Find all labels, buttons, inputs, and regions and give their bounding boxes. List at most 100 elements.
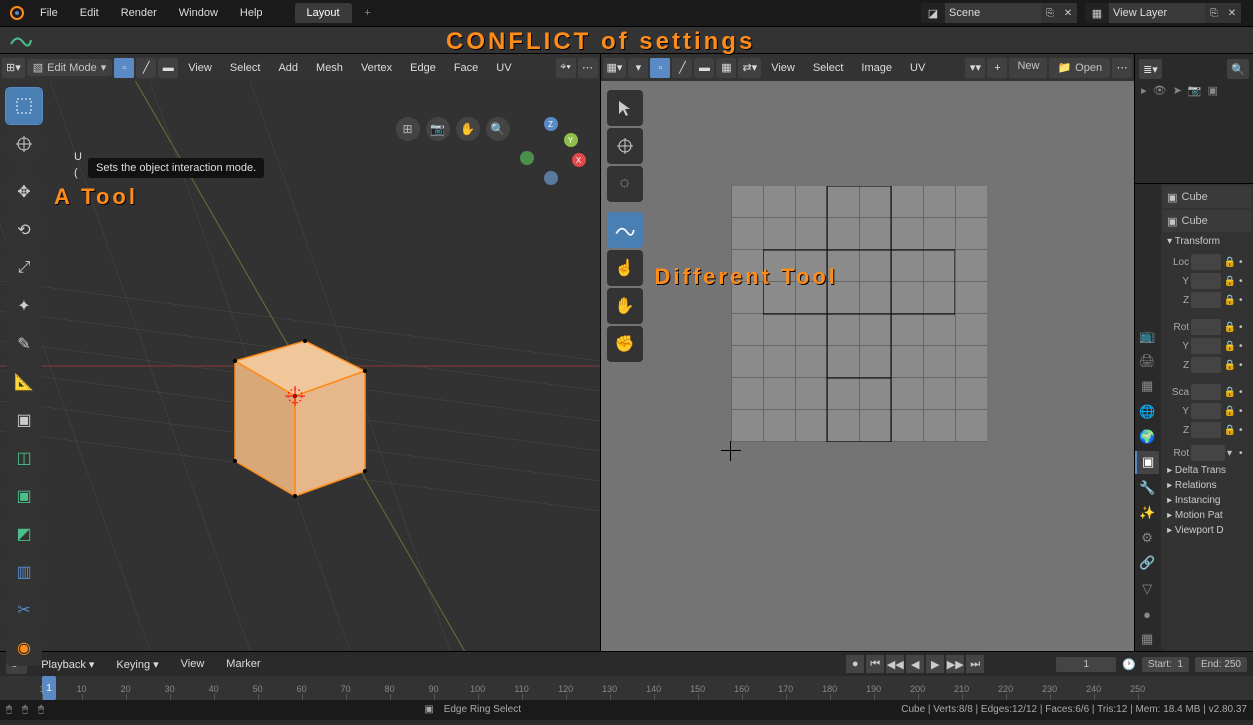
- arrow-icon[interactable]: ➤: [1173, 84, 1182, 97]
- neg-z-axis-icon[interactable]: [544, 171, 558, 185]
- new-image-button[interactable]: New: [1009, 58, 1047, 78]
- face-menu[interactable]: Face: [446, 59, 486, 77]
- delta-transform-panel[interactable]: ▸ Delta Trans: [1163, 463, 1251, 478]
- uv-tool-relax[interactable]: ✋: [607, 288, 643, 324]
- x-axis-icon[interactable]: X: [572, 153, 586, 167]
- tab-viewlayer[interactable]: ▦: [1135, 375, 1159, 398]
- workspace-add-tab[interactable]: +: [358, 7, 378, 19]
- viewlayer-selector[interactable]: ▦ ⎘ ✕: [1085, 3, 1241, 23]
- cube-mesh[interactable]: [215, 301, 375, 501]
- uv-tool-annotate[interactable]: [607, 212, 643, 248]
- object-name-field[interactable]: ▣ Cube: [1163, 210, 1251, 232]
- uv-sync-toggle[interactable]: ⇄▾: [738, 58, 761, 78]
- tab-particles[interactable]: ✨: [1135, 501, 1159, 524]
- current-frame-field[interactable]: 1: [1056, 657, 1116, 672]
- axis-gizmo[interactable]: Z Y X: [516, 117, 586, 187]
- lock-icon[interactable]: 🔒: [1223, 341, 1237, 352]
- lock-icon[interactable]: 🔒: [1223, 257, 1237, 268]
- open-image-button[interactable]: 📁 Open: [1049, 58, 1110, 78]
- tab-material[interactable]: ●: [1135, 602, 1159, 625]
- instancing-panel[interactable]: ▸ Instancing: [1163, 493, 1251, 508]
- object-name[interactable]: Cube: [1182, 191, 1208, 203]
- viewlayer-name-input[interactable]: [1109, 3, 1205, 23]
- tool-inset[interactable]: ▣: [6, 478, 42, 514]
- tool-polybuild[interactable]: ◉: [6, 630, 42, 666]
- menu-window[interactable]: Window: [169, 3, 228, 23]
- image-link-dropdown[interactable]: ▾▾: [965, 58, 985, 78]
- uv-mode-dropdown[interactable]: ▾: [628, 58, 648, 78]
- neg-y-axis-icon[interactable]: [520, 151, 534, 165]
- viewport-display-panel[interactable]: ▸ Viewport D: [1163, 523, 1251, 538]
- z-axis-icon[interactable]: Z: [544, 117, 558, 131]
- sca-y-field[interactable]: [1191, 403, 1221, 419]
- view-menu[interactable]: View: [180, 59, 220, 77]
- rot-mode-field[interactable]: [1191, 445, 1225, 461]
- menu-render[interactable]: Render: [111, 3, 167, 23]
- sca-x-field[interactable]: [1191, 384, 1221, 400]
- viewlayer-delete-button[interactable]: ✕: [1223, 3, 1241, 23]
- edge-menu[interactable]: Edge: [402, 59, 444, 77]
- header-overflow[interactable]: ⋯: [578, 58, 598, 78]
- uv-face-mode[interactable]: ▬: [694, 58, 714, 78]
- uv-tool-cursor[interactable]: [607, 128, 643, 164]
- render-icon[interactable]: ▣: [1208, 84, 1218, 97]
- rot-y-field[interactable]: [1191, 338, 1221, 354]
- pan-icon[interactable]: ✋: [456, 117, 480, 141]
- y-axis-icon[interactable]: Y: [564, 133, 578, 147]
- tool-extrude[interactable]: ◫: [6, 440, 42, 476]
- mesh-menu[interactable]: Mesh: [308, 59, 351, 77]
- tab-modifiers[interactable]: 🔧: [1135, 476, 1159, 499]
- lock-icon[interactable]: 🔒: [1223, 322, 1237, 333]
- tool-move[interactable]: ✥: [6, 174, 42, 210]
- tool-loopcut[interactable]: ▥: [6, 554, 42, 590]
- tab-physics[interactable]: ⚙: [1135, 527, 1159, 550]
- uv-editor-type-dropdown[interactable]: ▦▾: [603, 58, 627, 78]
- new-image-plus[interactable]: +: [987, 58, 1007, 78]
- tab-world[interactable]: 🌍: [1135, 425, 1159, 448]
- loc-x-field[interactable]: [1191, 254, 1221, 270]
- uv-header-overflow[interactable]: ⋯: [1112, 58, 1132, 78]
- menu-file[interactable]: File: [30, 3, 68, 23]
- jump-end-button[interactable]: ⏭: [966, 655, 984, 673]
- tab-texture[interactable]: ▦: [1135, 628, 1159, 651]
- motion-paths-panel[interactable]: ▸ Motion Pat: [1163, 508, 1251, 523]
- scene-selector[interactable]: ◪ ⎘ ✕: [921, 3, 1077, 23]
- scene-name-input[interactable]: [945, 3, 1041, 23]
- select-menu[interactable]: Select: [222, 59, 269, 77]
- edge-select-mode[interactable]: ╱: [136, 58, 156, 78]
- tool-transform[interactable]: ✦: [6, 288, 42, 324]
- camera-icon[interactable]: 📷: [1188, 84, 1202, 97]
- tab-constraints[interactable]: 🔗: [1135, 552, 1159, 575]
- tool-rotate[interactable]: ⟲: [6, 212, 42, 248]
- uv-uv-menu[interactable]: UV: [902, 59, 933, 77]
- uv-tool-grab[interactable]: ☝: [607, 250, 643, 286]
- transform-panel-header[interactable]: ▾ Transform: [1163, 234, 1251, 249]
- viewlayer-new-button[interactable]: ⎘: [1205, 3, 1223, 23]
- lock-icon[interactable]: 🔒: [1223, 276, 1237, 287]
- relations-panel[interactable]: ▸ Relations: [1163, 478, 1251, 493]
- zoom-icon[interactable]: 🔍: [486, 117, 510, 141]
- rot-z-field[interactable]: [1191, 357, 1221, 373]
- start-frame-field[interactable]: Start: 1: [1142, 657, 1189, 672]
- loc-y-field[interactable]: [1191, 273, 1221, 289]
- prev-key-button[interactable]: ◀◀: [886, 655, 904, 673]
- uv-view-menu[interactable]: View: [763, 59, 803, 77]
- search-icon[interactable]: 🔍: [1227, 59, 1249, 79]
- eye-icon[interactable]: 👁: [1153, 84, 1167, 97]
- loc-z-field[interactable]: [1191, 292, 1221, 308]
- next-key-button[interactable]: ▶▶: [946, 655, 964, 673]
- play-button[interactable]: ▶: [926, 655, 944, 673]
- uv-vert-mode[interactable]: ▫: [650, 58, 670, 78]
- snap-dropdown[interactable]: ⌖▾: [556, 58, 576, 78]
- tool-cursor[interactable]: [6, 126, 42, 162]
- menu-edit[interactable]: Edit: [70, 3, 109, 23]
- tab-data[interactable]: ▽: [1135, 577, 1159, 600]
- lock-icon[interactable]: 🔒: [1223, 360, 1237, 371]
- tool-annotate[interactable]: ✎: [6, 326, 42, 362]
- tab-object[interactable]: ▣: [1135, 451, 1159, 474]
- outliner-type[interactable]: ≣▾: [1139, 59, 1162, 79]
- keying-menu[interactable]: Keying ▾: [108, 655, 166, 674]
- uv-image-menu[interactable]: Image: [853, 59, 900, 77]
- playback-menu[interactable]: Playback ▾: [33, 655, 102, 674]
- uv-menu[interactable]: UV: [488, 59, 519, 77]
